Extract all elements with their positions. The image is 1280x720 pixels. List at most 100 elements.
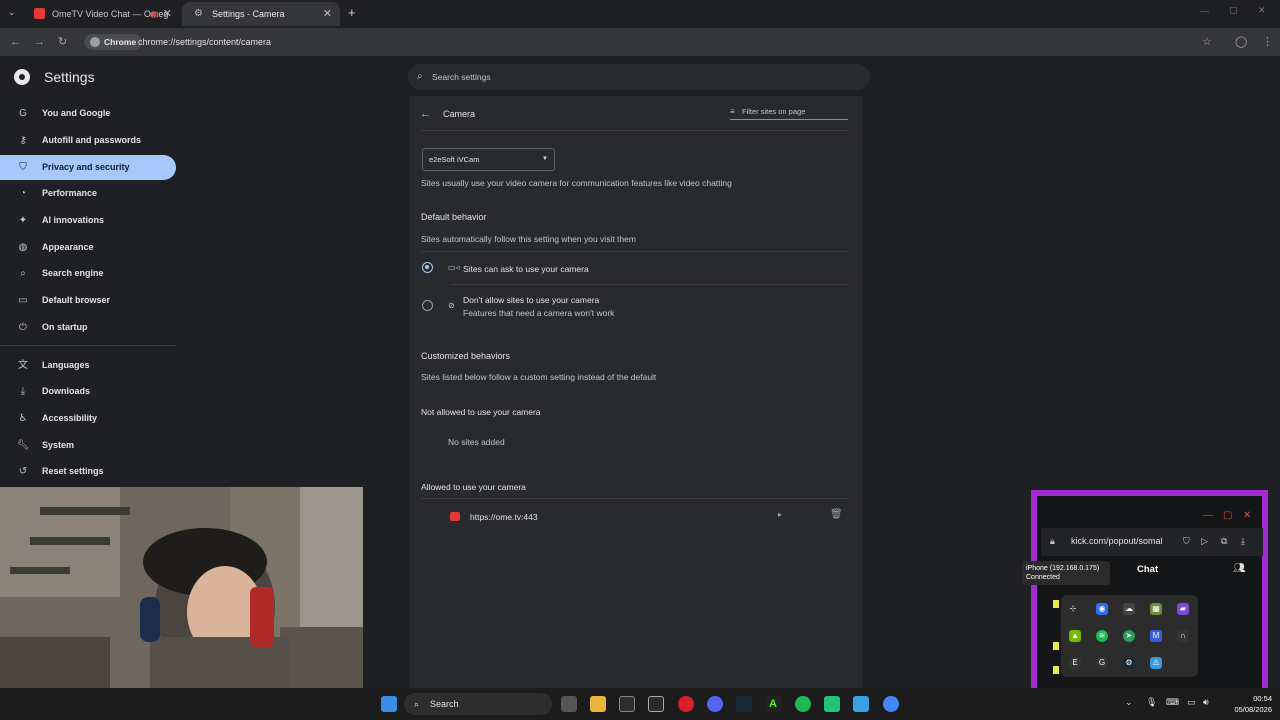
tab-search-chevron-icon[interactable]: ⌄ xyxy=(8,7,16,18)
keyboard-icon[interactable]: ⌨ xyxy=(1166,697,1179,708)
forward-icon[interactable]: → xyxy=(34,35,45,49)
back-icon[interactable]: ← xyxy=(10,35,21,49)
new-tab-icon[interactable]: + xyxy=(348,5,356,20)
taskbar-search[interactable]: ⌕ Search xyxy=(404,693,552,715)
minimize-icon[interactable]: — xyxy=(1203,510,1213,521)
filter-sites-input[interactable]: ≡ Filter sites on page xyxy=(730,106,848,120)
shield-icon[interactable]: ⛉ xyxy=(1183,536,1190,547)
bookmark-star-icon[interactable]: ☆ xyxy=(1202,35,1212,49)
send-icon[interactable]: ▷ xyxy=(1201,536,1208,547)
tooltip-line1: iPhone (192.168.0.175) xyxy=(1026,565,1100,572)
app-icon[interactable] xyxy=(853,696,869,712)
dropdown-caret-icon: ▼ xyxy=(542,156,548,162)
epic-games-icon[interactable] xyxy=(648,696,664,712)
sidebar-item-default-browser[interactable]: ▭ Default browser xyxy=(0,288,176,313)
sidebar-item-appearance[interactable]: ◍ Appearance xyxy=(0,235,176,260)
time: 00:54 xyxy=(1253,694,1272,703)
sidebar-item-accessibility[interactable]: ♿ Accessibility xyxy=(0,406,176,431)
sidebar-item-languages[interactable]: 文 Languages xyxy=(0,353,176,378)
ivcam-icon[interactable]: ◉ xyxy=(1096,603,1108,615)
download-icon[interactable]: ⤓ xyxy=(1241,536,1245,547)
windows-taskbar: ⌕ Search A ⌄ 🎙︎ ⌨ ▭ 🔊︎ 00:54 05/08/2026 xyxy=(0,688,1280,720)
extensions-icon[interactable]: ⧉ xyxy=(1221,536,1227,547)
search-settings-input[interactable]: ⌕ Search settings xyxy=(408,64,870,90)
nvidia-icon[interactable]: ▲ xyxy=(1069,630,1081,642)
taskbar-clock[interactable]: 00:54 05/08/2026 xyxy=(1222,693,1272,715)
microphone-icon[interactable]: 🎙︎ xyxy=(1146,697,1157,708)
allowed-site-url[interactable]: https://ome.tv:443 xyxy=(470,512,538,522)
network-warning-icon[interactable]: ⚠ xyxy=(1150,657,1162,669)
sidebar-item-downloads[interactable]: ⤓ Downloads xyxy=(0,379,176,404)
folder-icon[interactable]: ▰ xyxy=(1177,603,1189,615)
task-view-icon[interactable] xyxy=(561,696,577,712)
menu-kebab-icon[interactable]: ⋮ xyxy=(1262,35,1273,49)
users-icon[interactable]: 👥︎ xyxy=(1233,563,1246,574)
profile-icon[interactable]: ◯ xyxy=(1235,35,1247,49)
reload-icon[interactable]: ↻ xyxy=(58,35,67,49)
sidebar-item-label: Search engine xyxy=(42,268,104,278)
malwarebytes-icon[interactable]: M xyxy=(1150,630,1162,642)
sidebar-item-performance[interactable]: ◔ Performance xyxy=(0,181,176,206)
chevron-up-icon[interactable]: ⌄ xyxy=(1125,697,1133,708)
sidebar-item-label: Privacy and security xyxy=(42,162,130,172)
steam-icon[interactable] xyxy=(736,696,752,712)
camera-device-select[interactable]: e2eSoft iVCam ▼ xyxy=(422,148,555,171)
radio-block[interactable] xyxy=(422,300,433,311)
back-arrow-icon[interactable]: ← xyxy=(420,108,431,120)
sidebar-item-privacy[interactable]: ⛉ Privacy and security xyxy=(0,155,176,180)
app-icon[interactable] xyxy=(824,696,840,712)
start-windows-icon[interactable] xyxy=(381,696,397,712)
close-tab-icon[interactable]: ✕ xyxy=(163,2,172,26)
recording-icon: ◉ xyxy=(150,9,158,19)
tooltip-line2: Connected xyxy=(1026,574,1060,581)
url-text[interactable]: chrome://settings/content/camera xyxy=(138,32,271,52)
search-icon: ⌕ xyxy=(417,71,423,82)
file-explorer-icon[interactable] xyxy=(590,696,606,712)
tab-strip: ⌄ OmeTV Video Chat — Omeg ◉ ✕ ⚙ Settings… xyxy=(0,0,1280,28)
filter-placeholder: Filter sites on page xyxy=(742,107,806,116)
sidebar-item-reset[interactable]: ↺ Reset settings xyxy=(0,459,176,484)
chrome-chip-label: Chrome xyxy=(104,37,137,47)
no-sites-text: No sites added xyxy=(448,437,505,447)
radio-allow-ask[interactable] xyxy=(422,262,433,273)
chrome-icon[interactable] xyxy=(883,696,899,712)
filter-icon: ≡ xyxy=(730,107,735,116)
store-icon[interactable] xyxy=(619,696,635,712)
sidebar-item-search-engine[interactable]: ⌕ Search engine xyxy=(0,261,176,286)
sidebar-item-system[interactable]: 🔧︎ System xyxy=(0,433,176,458)
discord-icon[interactable] xyxy=(707,696,723,712)
display-icon[interactable]: ▭ xyxy=(1187,697,1196,708)
vpn-icon[interactable]: ➤ xyxy=(1123,630,1135,642)
tab-settings-camera[interactable]: ⚙ Settings - Camera ✕ xyxy=(182,2,340,26)
sidebar-item-ai-innovations[interactable]: ✦ AI innovations xyxy=(0,208,176,233)
opera-icon[interactable] xyxy=(678,696,694,712)
kick-icon[interactable]: A xyxy=(765,696,781,712)
cloud-icon[interactable]: ☁ xyxy=(1123,603,1135,615)
address-bar[interactable]: Chrome chrome://settings/content/camera xyxy=(80,32,1230,52)
chrome-logo-icon xyxy=(14,69,30,85)
close-window-icon[interactable]: ✕ xyxy=(1243,510,1251,521)
app-icon[interactable]: G xyxy=(1096,657,1108,669)
close-tab-icon[interactable]: ✕ xyxy=(323,2,332,26)
sidebar-item-you-and-google[interactable]: G You and Google xyxy=(0,101,176,126)
tray-overflow-popup: ⊹ ◉ ☁ ▦ ▰ ▲ ≋ ➤ M ∩ E G ⚙ ⚠ xyxy=(1061,595,1198,677)
trash-icon[interactable]: 🗑︎ xyxy=(830,509,843,520)
sidebar-item-autofill[interactable]: ⚷ Autofill and passwords xyxy=(0,128,176,153)
sidebar-item-on-startup[interactable]: ⏻ On startup xyxy=(0,315,176,340)
minimize-icon[interactable]: — xyxy=(1200,6,1209,16)
maximize-icon[interactable]: ▢ xyxy=(1229,5,1238,16)
maximize-icon[interactable]: ▢ xyxy=(1223,510,1232,521)
tab-ometv[interactable]: OmeTV Video Chat — Omeg ◉ ✕ xyxy=(22,2,180,26)
app-icon[interactable]: ▦ xyxy=(1150,603,1162,615)
close-window-icon[interactable]: ✕ xyxy=(1258,5,1266,16)
chevron-right-icon[interactable]: ▸ xyxy=(778,510,782,519)
steam-icon[interactable]: ⚙ xyxy=(1123,657,1135,669)
translate-icon: 文 xyxy=(18,360,28,371)
volume-icon[interactable]: 🔊︎ xyxy=(1203,697,1209,708)
kick-address-bar[interactable]: 🔒︎ kick.com/popout/somal ⛉ ▷ ⧉ ⤓ xyxy=(1041,528,1263,556)
epic-icon[interactable]: E xyxy=(1069,657,1081,669)
spotify-icon[interactable]: ≋ xyxy=(1096,630,1108,642)
headset-icon[interactable]: ∩ xyxy=(1177,630,1189,642)
spotify-icon[interactable] xyxy=(795,696,811,712)
chrome-chip[interactable]: Chrome xyxy=(84,34,143,50)
